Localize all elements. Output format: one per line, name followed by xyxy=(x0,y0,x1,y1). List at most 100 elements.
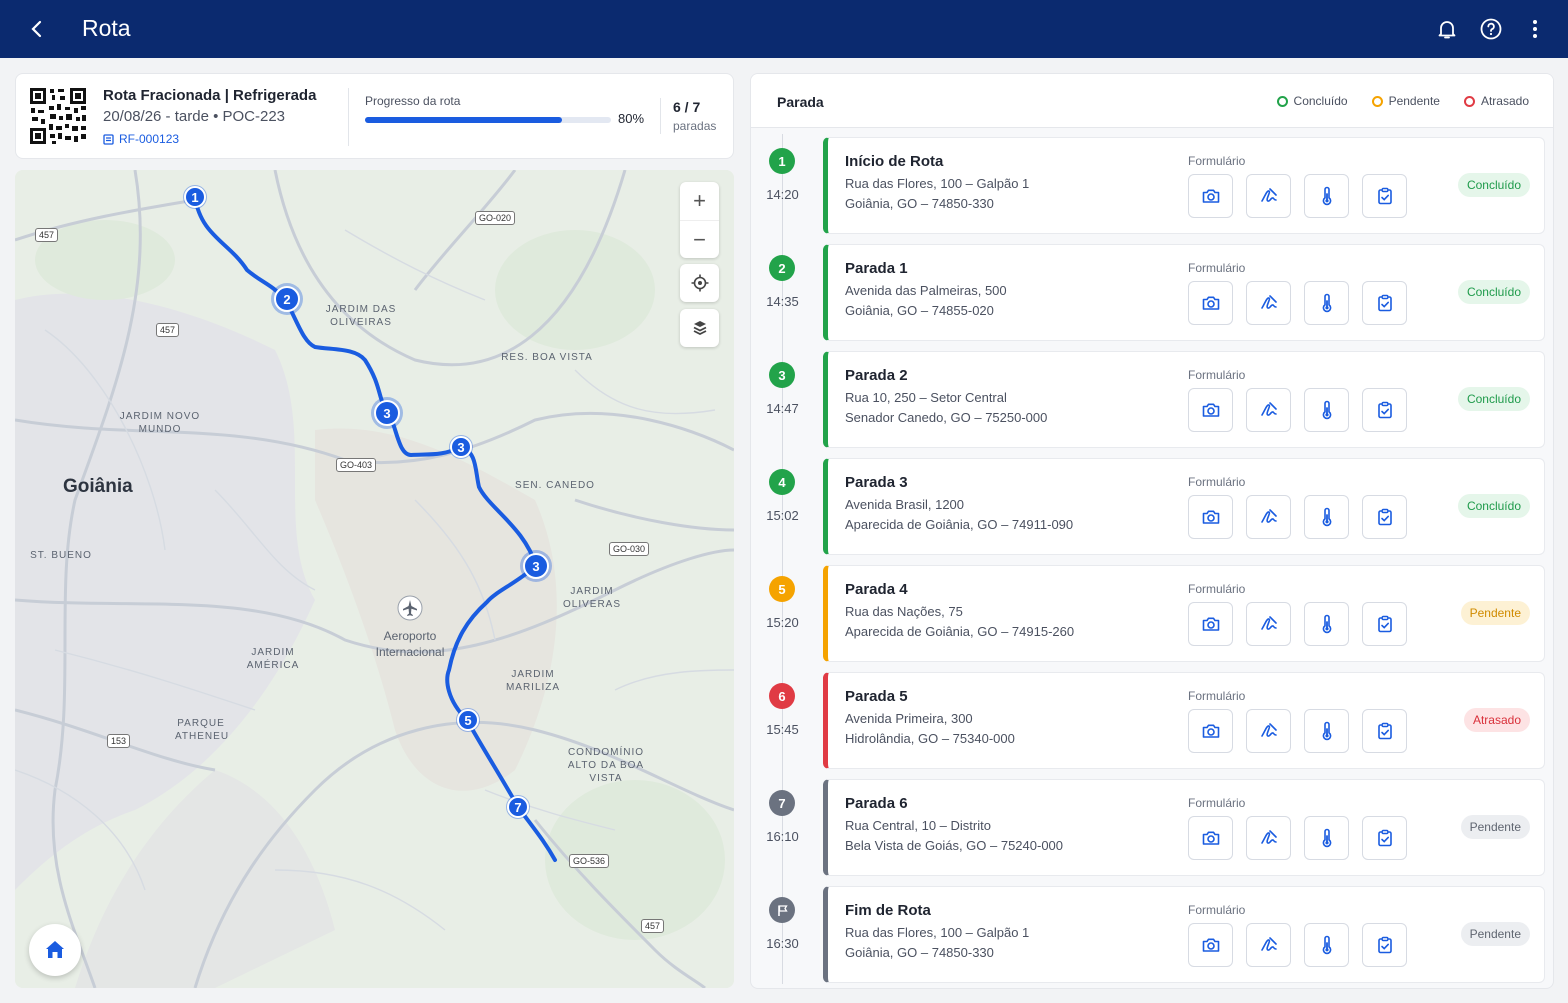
stop-name: Parada 6 xyxy=(845,795,908,812)
thermometer-icon xyxy=(1322,293,1331,313)
home-button[interactable] xyxy=(29,924,81,976)
route-marker[interactable]: 5 xyxy=(457,709,479,731)
road-badge: GO-536 xyxy=(569,854,610,868)
stop-address-line1: Avenida das Palmeiras, 500 xyxy=(845,283,1007,298)
stop-card[interactable]: Parada 2 Rua 10, 250 – Setor Central Sen… xyxy=(823,351,1545,448)
stop-number-badge: 4 xyxy=(769,469,795,495)
stop-name: Fim de Rota xyxy=(845,902,931,919)
temperature-button[interactable] xyxy=(1304,174,1349,218)
temperature-button[interactable] xyxy=(1304,602,1349,646)
stop-card[interactable]: Parada 1 Avenida das Palmeiras, 500 Goiâ… xyxy=(823,244,1545,341)
legend-item: Pendente xyxy=(1371,94,1440,108)
route-code-link[interactable]: RF-000123 xyxy=(103,132,179,146)
divider xyxy=(660,98,661,134)
stop-number-badge: 3 xyxy=(769,362,795,388)
zoom-out-button[interactable]: − xyxy=(680,220,719,258)
camera-icon xyxy=(1202,617,1219,631)
route-title: Rota Fracionada | Refrigerada xyxy=(103,87,317,104)
notifications-button[interactable] xyxy=(1432,14,1462,44)
route-marker[interactable]: 3 xyxy=(450,436,472,458)
temperature-button[interactable] xyxy=(1304,388,1349,432)
camera-button[interactable] xyxy=(1188,495,1233,539)
map-place-label: ST. BUENO xyxy=(30,550,92,561)
zoom-controls: + − xyxy=(680,182,719,258)
signature-button[interactable] xyxy=(1246,388,1291,432)
map-place-label: RES. BOA VISTA xyxy=(501,352,593,363)
stop-card[interactable]: Parada 5 Avenida Primeira, 300 Hidrolând… xyxy=(823,672,1545,769)
temperature-button[interactable] xyxy=(1304,816,1349,860)
route-marker[interactable]: 7 xyxy=(507,796,529,818)
divider xyxy=(348,88,349,146)
form-label: Formulário xyxy=(1188,368,1246,382)
signature-button[interactable] xyxy=(1246,816,1291,860)
camera-button[interactable] xyxy=(1188,709,1233,753)
stop-name: Parada 4 xyxy=(845,581,908,598)
camera-button[interactable] xyxy=(1188,602,1233,646)
clipboard-check-icon xyxy=(1377,187,1392,205)
checklist-button[interactable] xyxy=(1362,816,1407,860)
camera-button[interactable] xyxy=(1188,816,1233,860)
stop-card[interactable]: Fim de Rota Rua das Flores, 100 – Galpão… xyxy=(823,886,1545,983)
thermometer-icon xyxy=(1322,614,1331,634)
form-actions xyxy=(1188,174,1407,218)
signature-button[interactable] xyxy=(1246,495,1291,539)
stop-address-line1: Rua das Nações, 75 xyxy=(845,604,963,619)
layers-icon xyxy=(693,321,706,336)
qr-code-icon[interactable] xyxy=(28,86,88,146)
checklist-button[interactable] xyxy=(1362,495,1407,539)
airport-label: Aeroporto Internacional xyxy=(375,629,445,659)
help-icon xyxy=(1480,18,1502,40)
stop-number-badge: 7 xyxy=(769,790,795,816)
signature-icon xyxy=(1260,830,1277,844)
route-marker[interactable]: 1 xyxy=(184,186,206,208)
temperature-button[interactable] xyxy=(1304,281,1349,325)
signature-button[interactable] xyxy=(1246,709,1291,753)
thermometer-icon xyxy=(1322,935,1331,955)
stop-card[interactable]: Parada 3 Avenida Brasil, 1200 Aparecida … xyxy=(823,458,1545,555)
camera-button[interactable] xyxy=(1188,281,1233,325)
status-badge: Concluído xyxy=(1457,387,1530,411)
map-layers-button[interactable] xyxy=(680,309,719,347)
stop-row: 7 16:10 Parada 6 Rua Central, 10 – Distr… xyxy=(751,777,1553,877)
route-summary-card: Rota Fracionada | Refrigerada 20/08/26 -… xyxy=(15,73,734,159)
checklist-button[interactable] xyxy=(1362,923,1407,967)
stop-card[interactable]: Parada 6 Rua Central, 10 – Distrito Bela… xyxy=(823,779,1545,876)
camera-icon xyxy=(1202,938,1219,952)
back-button[interactable] xyxy=(22,14,52,44)
my-location-button[interactable] xyxy=(680,264,719,302)
temperature-button[interactable] xyxy=(1304,709,1349,753)
camera-button[interactable] xyxy=(1188,388,1233,432)
signature-button[interactable] xyxy=(1246,281,1291,325)
temperature-button[interactable] xyxy=(1304,923,1349,967)
route-map[interactable]: Goiânia JARDIM DAS OLIVEIRAS RES. BOA VI… xyxy=(15,170,734,988)
route-code: RF-000123 xyxy=(119,132,180,146)
route-marker[interactable]: 3 xyxy=(374,400,400,426)
status-badge: Pendente xyxy=(1460,601,1530,625)
camera-button[interactable] xyxy=(1188,174,1233,218)
legend-label: Pendente xyxy=(1388,94,1440,108)
stop-time: 16:30 xyxy=(766,936,799,951)
form-actions xyxy=(1188,602,1407,646)
temperature-button[interactable] xyxy=(1304,495,1349,539)
stop-card[interactable]: Início de Rota Rua das Flores, 100 – Gal… xyxy=(823,137,1545,234)
signature-button[interactable] xyxy=(1246,923,1291,967)
stop-card[interactable]: Parada 4 Rua das Nações, 75 Aparecida de… xyxy=(823,565,1545,662)
checklist-button[interactable] xyxy=(1362,281,1407,325)
route-marker[interactable]: 2 xyxy=(274,286,300,312)
checklist-button[interactable] xyxy=(1362,709,1407,753)
signature-icon xyxy=(1260,616,1277,630)
map-place-label: PARQUE ATHENEU xyxy=(175,718,230,742)
more-menu-button[interactable] xyxy=(1520,14,1550,44)
checklist-button[interactable] xyxy=(1362,388,1407,432)
status-badge: Atrasado xyxy=(1463,708,1530,732)
camera-button[interactable] xyxy=(1188,923,1233,967)
bell-icon xyxy=(1438,21,1456,39)
route-marker[interactable]: 3 xyxy=(523,553,549,579)
signature-button[interactable] xyxy=(1246,174,1291,218)
signature-button[interactable] xyxy=(1246,602,1291,646)
help-button[interactable] xyxy=(1476,14,1506,44)
zoom-in-button[interactable]: + xyxy=(680,182,719,220)
road-badge: GO-020 xyxy=(475,211,516,225)
checklist-button[interactable] xyxy=(1362,602,1407,646)
checklist-button[interactable] xyxy=(1362,174,1407,218)
